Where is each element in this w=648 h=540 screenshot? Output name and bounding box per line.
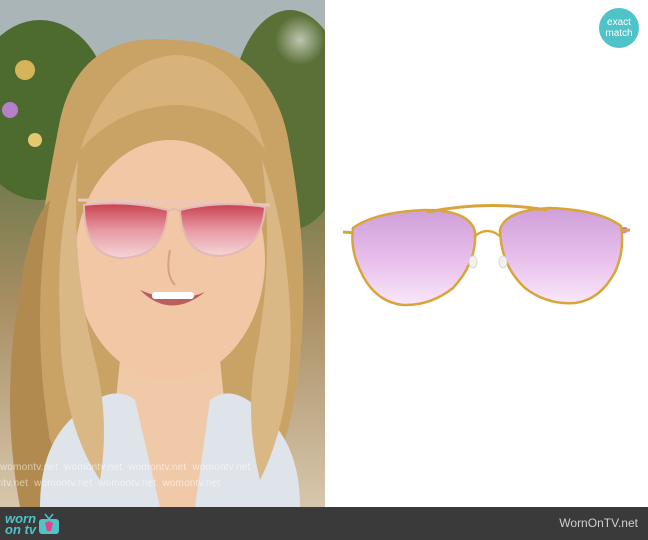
site-name[interactable]: WornOnTV.net (559, 516, 638, 530)
tv-icon (39, 513, 60, 534)
tv-still-photo: womontv.net womontv.net womontv.net womo… (0, 0, 325, 507)
watermark-row: womontv.net womontv.net womontv.net womo… (0, 478, 221, 489)
wornontv-logo[interactable]: worn on tv (5, 512, 60, 536)
sunglasses-product-image (342, 203, 631, 307)
watermark-row: womontv.net womontv.net womontv.net womo… (0, 462, 251, 473)
footer-bar: worn on tv WornOnTV.net (0, 507, 648, 540)
product-image-panel: exact match (325, 0, 648, 507)
logo-text: worn on tv (5, 511, 37, 537)
exact-match-badge: exact match (599, 8, 639, 48)
woman-portrait-illustration (0, 0, 325, 507)
